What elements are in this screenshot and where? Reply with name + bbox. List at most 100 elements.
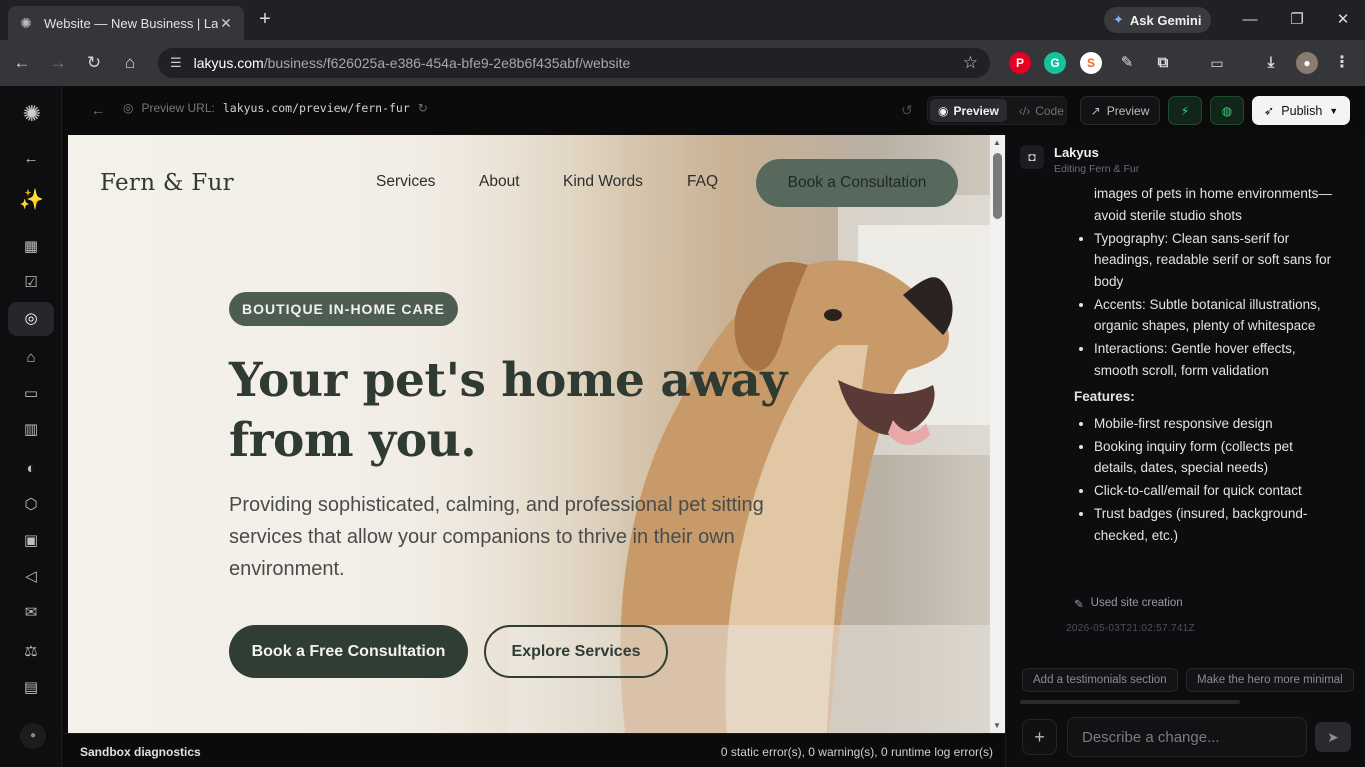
- suggestion-chip[interactable]: Make the hero more minimal: [1186, 668, 1354, 692]
- globe-icon[interactable]: ◎: [8, 302, 54, 336]
- publish-button[interactable]: ➶ Publish ▼: [1252, 96, 1350, 125]
- external-link-icon: ↗: [1090, 103, 1101, 118]
- download-icon[interactable]: ⤓: [1260, 52, 1282, 74]
- tab-preview[interactable]: ◉ Preview: [930, 99, 1007, 122]
- book-consultation-button[interactable]: Book a Consultation: [756, 159, 958, 207]
- url-bar[interactable]: ☰ lakyus.com /business/f626025a-e386-454…: [158, 48, 990, 78]
- bank-icon[interactable]: ⌂: [19, 346, 43, 370]
- extensions-puzzle-icon[interactable]: ⧉: [1152, 52, 1174, 74]
- back-icon[interactable]: ←: [10, 51, 34, 75]
- browser-menu-icon[interactable]: ⋮: [1331, 52, 1353, 74]
- pinterest-icon[interactable]: P: [1009, 52, 1031, 74]
- view-toggle: ◉ Preview ‹/› Code: [927, 96, 1067, 125]
- list-item: Click-to-call/email for quick contact: [1094, 480, 1332, 502]
- back-arrow-icon[interactable]: ←: [19, 147, 43, 171]
- globe-small-icon: ◎: [123, 101, 134, 115]
- site-favicon-icon: ✺: [20, 15, 32, 31]
- explore-services-button[interactable]: Explore Services: [484, 625, 668, 678]
- tool-usage-label: Used site creation: [1090, 597, 1183, 609]
- nav-faq[interactable]: FAQ: [687, 173, 718, 191]
- suggestion-chip[interactable]: Add a testimonials section: [1022, 668, 1178, 692]
- open-preview-button[interactable]: ↗ Preview: [1080, 96, 1160, 125]
- tab-code[interactable]: ‹/› Code: [1011, 99, 1072, 122]
- card-icon[interactable]: ▭: [19, 382, 43, 406]
- wrench-icon: ✎: [1074, 599, 1084, 611]
- sparkle-icon[interactable]: ✨: [19, 188, 44, 212]
- restore-icon[interactable]: ❐: [1285, 8, 1309, 32]
- box-icon[interactable]: ⬡: [19, 493, 43, 517]
- home-icon[interactable]: ⌂: [118, 51, 142, 75]
- close-tab-icon[interactable]: ✕: [218, 15, 234, 32]
- minimize-icon[interactable]: —: [1238, 8, 1262, 32]
- chat-subtitle: Editing Fern & Fur: [1054, 163, 1140, 175]
- list-item: Interactions: Gentle hover effects, smoo…: [1094, 338, 1332, 381]
- list-item: Trust badges (insured, background-checke…: [1094, 503, 1332, 546]
- open-preview-label: Preview: [1106, 103, 1150, 118]
- gemini-icon: ✦: [1113, 12, 1124, 27]
- refresh-icon[interactable]: ↻: [418, 101, 428, 115]
- scroll-up-icon[interactable]: ▲: [993, 138, 1001, 147]
- publish-label: Publish: [1281, 103, 1323, 118]
- profile-avatar[interactable]: ●: [1296, 52, 1318, 74]
- message-timestamp: 2026-05-03T21:02:57.741Z: [1066, 623, 1195, 634]
- list-item: Typography: Clean sans-serif for heading…: [1094, 228, 1332, 293]
- list-item: Booking inquiry form (collects pet detai…: [1094, 436, 1332, 479]
- checklist-icon[interactable]: ☑: [19, 271, 43, 295]
- status-dot-icon[interactable]: ●: [20, 723, 46, 749]
- reload-icon[interactable]: ↻: [82, 51, 106, 75]
- tab-search-icon[interactable]: ▭: [1206, 52, 1228, 74]
- diagnostics-bar: Sandbox diagnostics 0 static error(s), 0…: [62, 733, 1005, 767]
- site-logo[interactable]: Fern & Fur: [100, 170, 234, 196]
- list-item: Accents: Subtle botanical illustrations,…: [1094, 294, 1332, 337]
- preview-url-label: Preview URL:: [141, 101, 215, 115]
- book-free-consultation-button[interactable]: Book a Free Consultation: [229, 625, 468, 678]
- site-settings-icon[interactable]: ☰: [170, 55, 182, 71]
- bar-chart-icon[interactable]: ▥: [19, 418, 43, 442]
- lakyus-logo-icon[interactable]: ✺: [18, 100, 46, 128]
- contact-icon[interactable]: ▣: [19, 529, 43, 553]
- github-icon: ◍: [1221, 103, 1233, 118]
- nav-about[interactable]: About: [479, 173, 520, 191]
- eye-icon: ◉: [938, 103, 949, 118]
- scrollbar-thumb[interactable]: [993, 153, 1002, 219]
- chat-title: Lakyus: [1054, 145, 1099, 160]
- lightning-button[interactable]: ⚡: [1168, 96, 1202, 125]
- chips-scrollbar[interactable]: [1020, 700, 1240, 704]
- diagnostics-status: 0 static error(s), 0 warning(s), 0 runti…: [720, 745, 993, 759]
- hero-badge: BOUTIQUE IN-HOME CARE: [229, 292, 458, 326]
- chat-message: images of pets in home environments—avoi…: [1074, 183, 1332, 548]
- attach-plus-button[interactable]: +: [1022, 719, 1057, 755]
- mail-icon[interactable]: ✉: [19, 601, 43, 625]
- new-tab-button[interactable]: +: [254, 8, 276, 30]
- palette-icon[interactable]: ◐: [19, 457, 43, 481]
- features-heading: Features:: [1074, 389, 1135, 404]
- hero-headline: Your pet's home away from you.: [229, 353, 788, 468]
- clipboard-icon[interactable]: ▤: [19, 676, 43, 700]
- nav-services[interactable]: Services: [376, 173, 435, 191]
- nav-kind-words[interactable]: Kind Words: [563, 173, 643, 191]
- megaphone-icon[interactable]: ◁: [19, 565, 43, 589]
- send-button[interactable]: ➤: [1315, 722, 1351, 752]
- ask-gemini-button[interactable]: ✦ Ask Gemini: [1104, 7, 1211, 33]
- scale-icon[interactable]: ⚖: [19, 640, 43, 664]
- preview-scrollbar[interactable]: ▲ ▼: [990, 135, 1005, 733]
- scroll-down-icon[interactable]: ▼: [993, 721, 1001, 730]
- diagnostics-label[interactable]: Sandbox diagnostics: [80, 745, 201, 759]
- ask-gemini-label: Ask Gemini: [1129, 12, 1202, 28]
- github-button[interactable]: ◍: [1210, 96, 1244, 125]
- dashboard-grid-icon[interactable]: ▦: [19, 235, 43, 259]
- close-window-icon[interactable]: ✕: [1331, 8, 1355, 32]
- preview-url[interactable]: lakyus.com/preview/fern-fur: [223, 101, 410, 115]
- eyedropper-icon[interactable]: ✎: [1116, 52, 1138, 74]
- chat-input[interactable]: Describe a change...: [1067, 717, 1307, 757]
- bot-icon: ◘: [1020, 145, 1044, 169]
- forward-icon[interactable]: →: [46, 51, 70, 75]
- extension-s-icon[interactable]: S: [1080, 52, 1102, 74]
- rocket-icon: ➶: [1263, 104, 1275, 118]
- history-icon[interactable]: ↺: [895, 98, 919, 122]
- bookmark-star-icon[interactable]: ☆: [963, 53, 978, 73]
- browser-tab[interactable]: ✺ Website — New Business | Laky ✕: [8, 6, 244, 40]
- chevron-down-icon: ▼: [1329, 105, 1339, 116]
- grammarly-icon[interactable]: G: [1044, 52, 1066, 74]
- tool-usage[interactable]: ✎ Used site creation: [1074, 597, 1183, 611]
